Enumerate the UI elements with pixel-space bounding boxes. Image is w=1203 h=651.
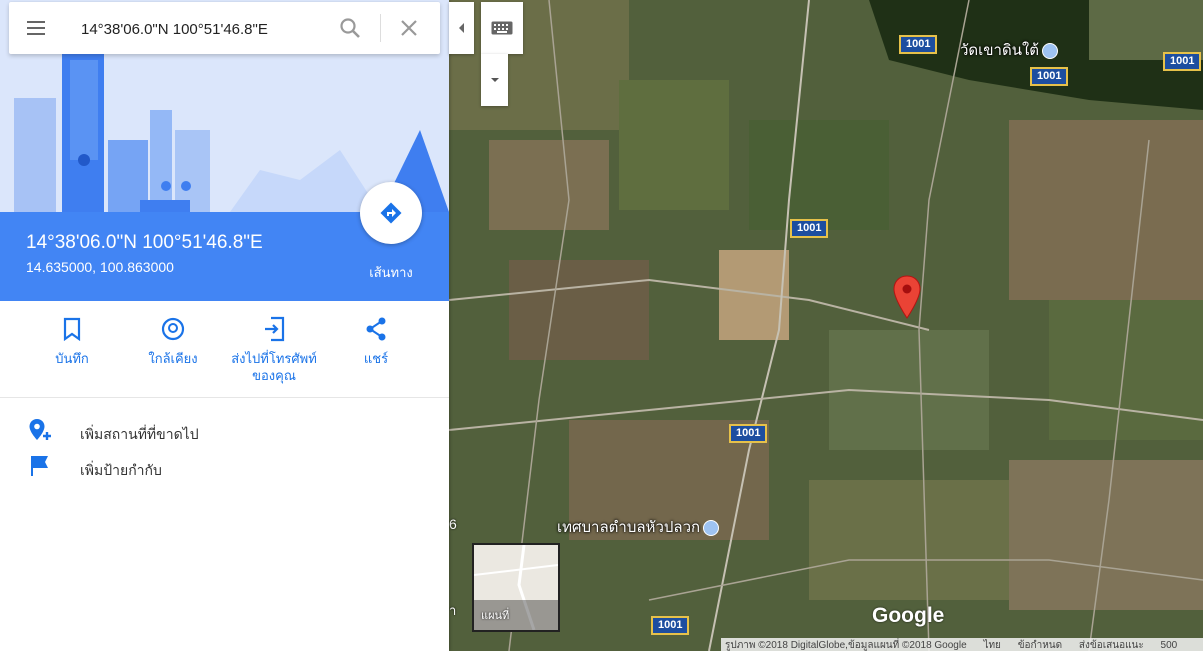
caret-down-icon <box>490 78 499 82</box>
road-shield: 1001 <box>729 424 768 443</box>
share-label: แชร์ <box>363 351 389 366</box>
terms-link[interactable]: ข้อกำหนด <box>1018 638 1062 651</box>
google-logo: Google <box>872 604 945 627</box>
place-title: 14°38'06.0"N 100°51'46.8"E <box>26 232 263 253</box>
add-missing-place-row[interactable]: เพิ่มสถานที่ที่ขาดไป <box>0 410 449 446</box>
satellite-imagery <box>449 0 1203 651</box>
save-button[interactable]: บันทึก <box>22 315 122 367</box>
road-shield: 1001 <box>651 616 690 635</box>
feedback-link[interactable]: ส่งข้อเสนอแนะ <box>1079 638 1144 651</box>
send-to-phone-label: ส่งไปที่โทรศัพท์ของคุณ <box>231 351 317 383</box>
search-divider <box>380 14 381 42</box>
search-box <box>9 2 440 54</box>
bookmark-icon <box>63 317 81 341</box>
directions-label[interactable]: เส้นทาง <box>350 262 432 283</box>
place-name: เทศบาลตำบลหัวปลวก <box>557 519 701 536</box>
imagery-credit: รูปภาพ ©2018 DigitalGlobe,ข้อมูลแผนที่ ©… <box>725 640 967 651</box>
add-missing-place-label: เพิ่มสถานที่ที่ขาดไป <box>80 426 199 442</box>
directions-button[interactable] <box>360 182 422 244</box>
temple-icon <box>1042 43 1059 60</box>
menu-icon[interactable] <box>23 18 49 38</box>
action-bar: บันทึก ใกล้เคียง ส่งไปที่โทรศัพท์ของคุณ … <box>0 301 449 398</box>
scale-label: 500 <box>1160 640 1178 651</box>
search-input[interactable] <box>79 16 323 42</box>
place-panel: 14°38'06.0"N 100°51'46.8"E 14.635000, 10… <box>0 0 449 651</box>
nearby-button[interactable]: ใกล้เคียง <box>123 315 223 367</box>
directions-icon <box>380 202 402 224</box>
map-footer: รูปภาพ ©2018 DigitalGlobe,ข้อมูลแผนที่ ©… <box>721 638 1203 651</box>
collapse-panel-button[interactable] <box>449 2 474 54</box>
share-icon <box>366 317 386 341</box>
add-label-label: เพิ่มป้ายกำกับ <box>80 462 162 478</box>
nearby-icon <box>161 317 185 341</box>
send-to-phone-button[interactable]: ส่งไปที่โทรศัพท์ของคุณ <box>224 315 324 384</box>
nearby-label: ใกล้เคียง <box>148 351 198 366</box>
place-label-wat[interactable]: วัดเขาดินใต้ <box>960 38 1059 62</box>
send-to-phone-icon <box>265 316 285 342</box>
keyboard-icon <box>491 21 513 35</box>
save-label: บันทึก <box>55 351 89 366</box>
map-edge-label: 6 <box>449 516 457 532</box>
share-button[interactable]: แชร์ <box>326 315 426 367</box>
extra-options: เพิ่มสถานที่ที่ขาดไป เพิ่มป้ายกำกับ <box>0 410 449 482</box>
satellite-map[interactable] <box>449 0 1203 651</box>
map-edge-label: า <box>449 603 457 618</box>
input-tools-dropdown[interactable] <box>481 54 508 106</box>
chevron-left-icon <box>458 23 464 33</box>
add-place-icon <box>29 419 51 440</box>
place-label-municipality[interactable]: เทศบาลตำบลหัวปลวก <box>557 515 720 539</box>
building-icon <box>703 520 720 537</box>
minimap-label: แผนที่ <box>481 610 510 622</box>
place-name: วัดเขาดินใต้ <box>960 42 1040 59</box>
location-pin-icon[interactable] <box>893 275 921 319</box>
road-shield: 1001 <box>899 35 938 54</box>
place-coordinates: 14.635000, 100.863000 <box>26 259 174 275</box>
close-icon[interactable] <box>397 16 421 40</box>
road-shield: 1001 <box>1030 67 1069 86</box>
road-shield: 1001 <box>790 219 829 238</box>
road-shield: 1001 <box>1163 52 1202 71</box>
input-tools-button[interactable] <box>481 2 523 54</box>
map-type-toggle[interactable]: แผนที่ <box>472 543 560 632</box>
search-icon[interactable] <box>338 16 362 40</box>
flag-icon <box>31 456 48 476</box>
language-link[interactable]: ไทย <box>983 638 1000 651</box>
add-label-row[interactable]: เพิ่มป้ายกำกับ <box>0 446 449 482</box>
